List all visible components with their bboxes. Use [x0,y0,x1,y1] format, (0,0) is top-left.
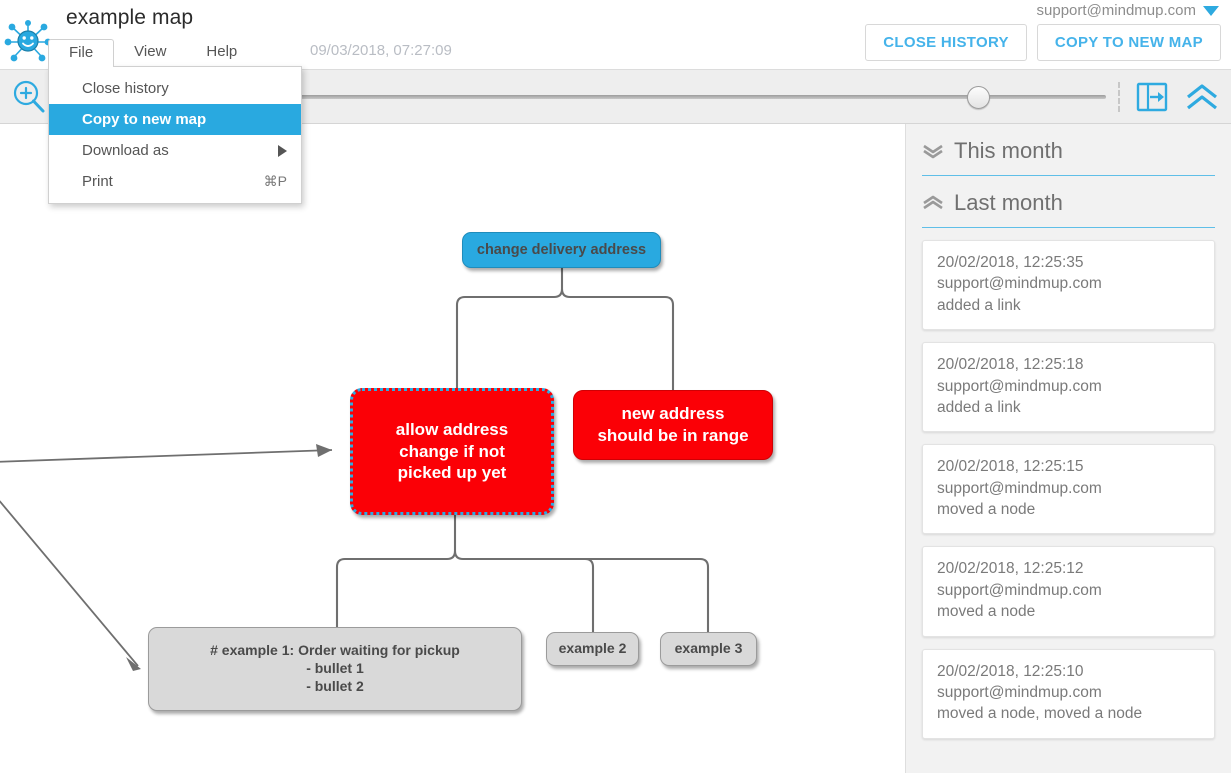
mindmup-app: example map File View Help 09/03/2018, 0… [0,0,1231,773]
menu-item-close-history[interactable]: Close history [49,73,301,104]
map-node-allow-address-change[interactable]: allow address change if not picked up yet [350,388,554,515]
chevron-up-double-icon [922,194,944,212]
insert-right-node-icon[interactable] [1135,81,1169,113]
mindmup-logo-icon[interactable] [4,18,52,66]
history-entry[interactable]: 20/02/2018, 12:25:18 support@mindmup.com… [922,342,1215,433]
menu-item-label: Download as [82,142,169,159]
history-entry[interactable]: 20/02/2018, 12:25:12 support@mindmup.com… [922,546,1215,637]
account-menu[interactable]: support@mindmup.com [1037,2,1219,19]
map-node-root[interactable]: change delivery address [462,232,661,268]
history-action: moved a node [937,603,1036,621]
history-user: support@mindmup.com [937,683,1102,701]
history-action: moved a node, moved a node [937,705,1143,723]
history-entry[interactable]: 20/02/2018, 12:25:35 support@mindmup.com… [922,240,1215,331]
history-timestamp: 20/02/2018, 12:25:10 [937,662,1084,680]
close-history-button[interactable]: CLOSE HISTORY [865,24,1027,61]
history-timestamp: 09/03/2018, 07:27:09 [310,42,452,59]
map-node-example-3[interactable]: example 3 [660,632,757,666]
menu-item-label: Close history [82,80,169,97]
menubar-item-view[interactable]: View [114,39,186,66]
menubar: File View Help [48,39,257,68]
history-action: moved a node [937,501,1036,518]
map-node-label: allow address change if not picked up yet [395,419,509,483]
menu-item-copy-to-new-map[interactable]: Copy to new map [49,104,301,135]
menu-item-label: Print [82,173,113,190]
history-action: added a link [937,296,1021,314]
copy-to-new-map-button[interactable]: COPY TO NEW MAP [1036,24,1221,61]
history-user: support@mindmup.com [937,275,1102,293]
history-user: support@mindmup.com [937,581,1102,599]
history-timestamp: 20/02/2018, 12:25:18 [937,356,1084,374]
map-node-label: new address should be in range [597,404,749,445]
history-action: added a link [937,398,1021,416]
submenu-arrow-icon [278,144,287,157]
header-button-group: CLOSE HISTORY COPY TO NEW MAP [865,24,1221,61]
history-user: support@mindmup.com [937,479,1102,497]
chevron-down-double-icon [922,142,944,160]
history-sidebar: This month Last month 20/02/2018, 12:25:… [905,124,1231,773]
history-group-label: Last month [954,190,1063,215]
zoom-in-magnifier-icon[interactable] [10,78,48,116]
chevron-up-double-icon[interactable] [1185,81,1219,113]
menu-item-print[interactable]: Print ⌘P [49,166,301,197]
history-entry[interactable]: 20/02/2018, 12:25:10 support@mindmup.com… [922,648,1215,739]
account-email: support@mindmup.com [1036,2,1196,19]
history-timestamp: 20/02/2018, 12:25:35 [937,254,1084,271]
map-node-label: # example 1: Order waiting for pickup - b… [210,642,460,694]
history-group-last-month[interactable]: Last month [922,176,1215,228]
menu-item-shortcut: ⌘P [263,173,287,189]
toolbar-divider [1118,82,1121,112]
history-timestamp: 20/02/2018, 12:25:12 [937,560,1084,578]
map-node-example-2[interactable]: example 2 [546,632,639,666]
map-node-new-address-range[interactable]: new address should be in range [573,390,773,460]
menubar-item-help[interactable]: Help [186,39,257,66]
map-node-example-1[interactable]: # example 1: Order waiting for pickup - b… [148,627,522,711]
file-dropdown-menu: Close history Copy to new map Download a… [48,66,302,204]
history-group-label: This month [954,138,1063,163]
mindmap-canvas[interactable]: change delivery address allow address cha… [0,124,905,773]
map-title[interactable]: example map [66,6,193,30]
caret-down-icon [1203,5,1219,16]
history-user: support@mindmup.com [937,377,1102,395]
history-timestamp: 20/02/2018, 12:25:15 [937,458,1084,476]
menu-item-label: Copy to new map [82,111,207,128]
menubar-item-file[interactable]: File [48,39,115,67]
app-header: example map File View Help 09/03/2018, 0… [0,0,1231,70]
history-group-this-month[interactable]: This month [922,124,1215,176]
history-entry[interactable]: 20/02/2018, 12:25:15 support@mindmup.com… [922,444,1215,535]
zoom-slider-handle[interactable] [967,86,990,109]
menu-item-download-as[interactable]: Download as [49,135,301,166]
